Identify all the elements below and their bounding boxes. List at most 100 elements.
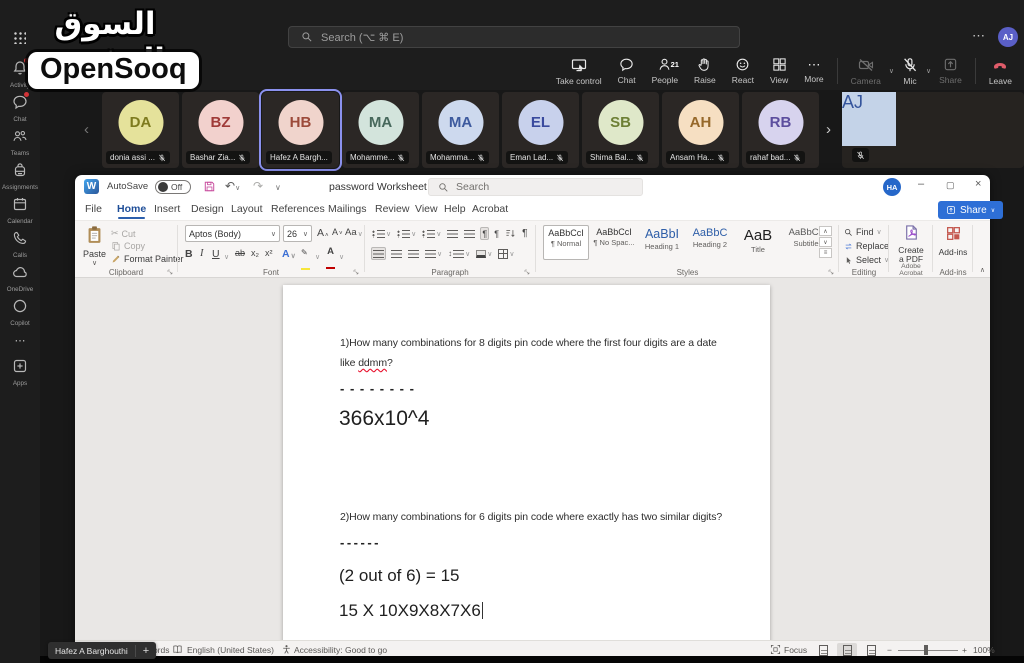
show-marks-button[interactable]: ¶ — [521, 227, 528, 240]
word-share-button[interactable]: Share ∨ — [938, 201, 1004, 219]
leave-button[interactable]: Leave — [981, 57, 1020, 86]
restore-button[interactable]: ▢ — [946, 180, 955, 191]
zoom-slider-thumb[interactable] — [924, 645, 928, 655]
camera-button[interactable]: Camera — [843, 57, 889, 86]
main-participant-tile[interactable]: AJ — [842, 92, 1024, 168]
sidebar-item-teams[interactable]: Teams — [0, 128, 40, 157]
tab-insert[interactable]: Insert — [154, 203, 180, 215]
tab-layout[interactable]: Layout — [231, 203, 263, 215]
take-control-button[interactable]: Take control — [548, 57, 610, 86]
tab-home[interactable]: Home — [117, 203, 146, 219]
presenter-add-icon[interactable]: + — [134, 644, 156, 657]
superscript-button[interactable]: x² — [265, 248, 273, 258]
participant-tile[interactable]: MA Mohamma... — [422, 92, 499, 168]
participant-tile[interactable]: RB rahaf bad... — [742, 92, 819, 168]
quick-access-chevron-icon[interactable]: ∨ — [275, 183, 281, 192]
paste-button[interactable]: Paste ∨ — [83, 225, 106, 267]
strikethrough-button[interactable]: ab — [235, 248, 245, 258]
sidebar-item-onedrive[interactable]: OneDrive — [0, 264, 40, 293]
waffle-menu-icon[interactable] — [13, 31, 26, 44]
align-right-button[interactable] — [407, 247, 420, 260]
scroll-left-icon[interactable]: ‹ — [84, 121, 89, 138]
participant-tile-presenter[interactable]: HB Hafez A Bargh... — [259, 89, 342, 171]
autosave-toggle[interactable]: Off — [155, 180, 191, 194]
sidebar-item-apps[interactable]: Apps — [0, 358, 40, 387]
font-name-combo[interactable]: Aptos (Body) ∨ — [185, 225, 280, 242]
people-button[interactable]: 21 People — [644, 57, 686, 85]
find-button[interactable]: Find ∨ — [844, 227, 882, 237]
teams-more-options-icon[interactable]: ⋯ — [972, 28, 986, 44]
font-launcher-icon[interactable] — [352, 268, 360, 276]
sidebar-item-chat[interactable]: Chat — [0, 92, 40, 123]
text-effects-button[interactable]: A ∨ — [282, 248, 296, 260]
shrink-font-button[interactable]: A ˅ — [332, 227, 343, 237]
styles-gallery-more-icon[interactable]: ≡ — [819, 248, 832, 258]
styles-scroll-up-icon[interactable]: ∧ — [819, 226, 832, 236]
decrease-indent-button[interactable] — [446, 227, 459, 240]
participant-tile[interactable]: DA donia assi ... — [102, 92, 179, 168]
paragraph-launcher-icon[interactable] — [523, 268, 531, 276]
shading-button[interactable]: ∨ — [475, 247, 493, 260]
sidebar-item-more[interactable]: ⋯ — [0, 334, 40, 347]
align-center-button[interactable] — [390, 247, 403, 260]
tab-references[interactable]: References — [271, 203, 325, 215]
view-button[interactable]: View — [762, 57, 796, 85]
tab-review[interactable]: Review — [375, 203, 409, 215]
styles-scroll-down-icon[interactable]: ∨ — [819, 237, 832, 247]
save-icon[interactable] — [203, 180, 216, 193]
document-page[interactable]: 1)How many combinations for 8 digits pin… — [283, 285, 770, 640]
style-title[interactable]: AaB Title — [735, 225, 781, 260]
style-no-spacing[interactable]: AaBbCcI ¶ No Spac... — [591, 225, 637, 260]
sidebar-item-assignments[interactable]: Assignments — [0, 162, 40, 191]
borders-button[interactable]: ∨ — [497, 247, 515, 260]
style-normal[interactable]: AaBbCcI ¶ Normal — [543, 225, 589, 260]
line-spacing-button[interactable]: ↕ ∨ — [447, 247, 471, 260]
scroll-right-icon[interactable]: › — [826, 121, 831, 138]
font-size-combo[interactable]: 26 ∨ — [283, 225, 312, 242]
tab-view[interactable]: View — [415, 203, 438, 215]
tab-mailings[interactable]: Mailings — [328, 203, 367, 215]
tab-acrobat[interactable]: Acrobat — [472, 203, 508, 215]
cut-button[interactable]: ✂ Cut — [111, 228, 136, 239]
participant-tile[interactable]: BZ Bashar Zia... — [182, 92, 259, 168]
grow-font-button[interactable]: A ˄ — [317, 227, 329, 239]
subscript-button[interactable]: x₂ — [251, 248, 259, 258]
react-button[interactable]: React — [724, 57, 762, 85]
accessibility-status[interactable]: Accessibility: Good to go — [294, 645, 387, 655]
create-pdf-button[interactable]: Create a PDF — [890, 224, 932, 264]
format-painter-button[interactable]: Format Painter — [111, 254, 184, 264]
select-button[interactable]: Select ∨ — [844, 255, 889, 265]
addins-button[interactable]: Add-ins — [934, 225, 972, 257]
justify-button[interactable]: ∨ — [424, 247, 443, 260]
share-button-teams[interactable]: Share — [931, 57, 970, 85]
word-account-avatar[interactable]: HA — [883, 178, 901, 196]
zoom-slider-track[interactable] — [898, 650, 958, 651]
increase-indent-button[interactable] — [463, 227, 476, 240]
italic-button[interactable]: I — [200, 248, 204, 259]
read-mode-button[interactable] — [813, 643, 833, 657]
zoom-level[interactable]: 100% — [973, 645, 995, 655]
focus-label[interactable]: Focus — [784, 645, 807, 655]
numbered-list-button[interactable]: ∨ — [396, 227, 417, 240]
redo-icon[interactable]: ↷ — [253, 179, 263, 193]
change-case-button[interactable]: Aa ∨ — [345, 227, 363, 238]
sort-button[interactable] — [504, 227, 517, 240]
undo-icon[interactable]: ↶∨ — [225, 179, 240, 193]
participant-tile[interactable]: MA Mohamme... — [342, 92, 419, 168]
close-button[interactable]: × — [975, 178, 981, 190]
align-left-button[interactable] — [371, 247, 386, 260]
tab-help[interactable]: Help — [444, 203, 466, 215]
web-layout-button[interactable] — [861, 643, 881, 657]
styles-launcher-icon[interactable] — [827, 268, 835, 276]
underline-button[interactable]: U — [212, 248, 220, 260]
teams-profile-avatar[interactable]: AJ — [998, 27, 1018, 47]
zoom-out-icon[interactable]: − — [887, 645, 892, 655]
proofing-book-icon[interactable] — [172, 644, 183, 655]
collapse-ribbon-icon[interactable]: ∧ — [980, 266, 985, 274]
chevron-down-icon[interactable]: ∨ — [315, 253, 320, 261]
copy-button[interactable]: Copy — [111, 241, 145, 251]
sidebar-item-calls[interactable]: Calls — [0, 230, 40, 259]
mic-button[interactable]: Mic — [894, 57, 926, 86]
bold-button[interactable]: B — [185, 248, 193, 260]
style-heading1[interactable]: AaBbI Heading 1 — [639, 225, 685, 260]
